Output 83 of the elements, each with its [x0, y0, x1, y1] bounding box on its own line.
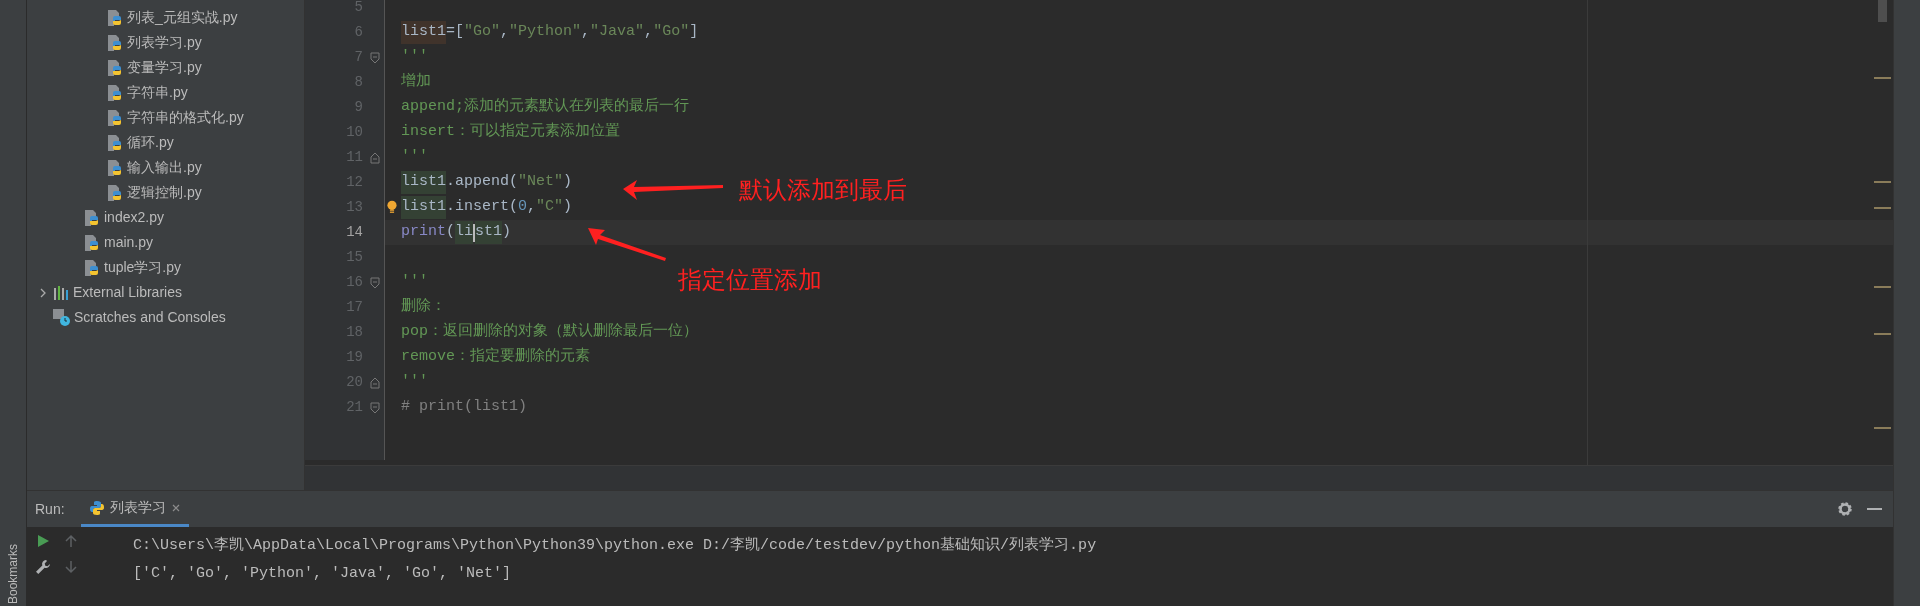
- code-token: =[: [446, 22, 465, 43]
- annotation-text: 指定位置添加: [678, 265, 822, 295]
- python-file-icon: [107, 58, 124, 77]
- python-file-icon: [107, 133, 124, 152]
- panel-title: Run:: [35, 499, 65, 519]
- python-file-icon: [84, 233, 101, 252]
- code-token: (: [446, 222, 456, 243]
- code-token: "Go": [464, 22, 501, 43]
- code-token: 0: [518, 197, 528, 218]
- file-name[interactable]: main.py: [104, 232, 154, 253]
- python-file-icon: [107, 183, 124, 202]
- code-token: li: [455, 221, 474, 244]
- code-token: ,: [500, 22, 510, 43]
- code-token: ''': [401, 372, 428, 393]
- file-name[interactable]: 列表学习.py: [127, 32, 202, 53]
- line-number: 14: [346, 223, 363, 242]
- python-file-icon: [107, 33, 124, 52]
- python-file-icon: [84, 208, 101, 227]
- code-token: append;添加的元素默认在列表的最后一行: [401, 96, 689, 118]
- file-name[interactable]: 变量学习.py: [127, 57, 202, 78]
- code-token: "Net": [518, 172, 564, 193]
- code-token: st1: [475, 221, 503, 244]
- file-name[interactable]: 字符串的格式化.py: [127, 107, 244, 128]
- wrench-icon[interactable]: [35, 559, 51, 575]
- tree-node-label[interactable]: External Libraries: [73, 282, 182, 303]
- code-token: ''': [401, 147, 428, 168]
- code-token: list1: [401, 171, 446, 194]
- code-token: # print(list1): [401, 397, 528, 418]
- file-name[interactable]: index2.py: [104, 207, 164, 228]
- file-name[interactable]: 输入输出.py: [127, 157, 202, 178]
- python-icon: [88, 499, 105, 516]
- code-token: .append(: [446, 172, 519, 193]
- fold-marker-icon[interactable]: [370, 151, 380, 164]
- code-token: list1: [401, 196, 446, 219]
- python-file-icon: [107, 83, 124, 102]
- code-token: .insert(: [446, 197, 519, 218]
- code-token: ): [563, 172, 573, 193]
- chevron-icon[interactable]: [39, 287, 47, 298]
- code-token: 删除：: [401, 297, 446, 318]
- code-token: ): [563, 197, 573, 218]
- python-file-icon: [107, 158, 124, 177]
- fold-marker-icon[interactable]: [370, 51, 380, 64]
- python-file-icon: [107, 108, 124, 127]
- code-token: list1: [401, 21, 446, 44]
- code-token: ,: [644, 22, 654, 43]
- code-token: remove：指定要删除的元素: [401, 346, 590, 368]
- code-token: ,: [527, 197, 537, 218]
- console-output-line: C:\Users\李凯\AppData\Local\Programs\Python\Python39\python.exe D:/李凯/code/testdev/python基础知识/列表学习.py: [133, 535, 1097, 556]
- code-token: "Go": [653, 22, 690, 43]
- code-token: ''': [401, 47, 428, 68]
- code-token: "C": [536, 197, 564, 218]
- fold-marker-icon[interactable]: [370, 376, 380, 389]
- file-name[interactable]: 字符串.py: [127, 82, 188, 103]
- close-icon[interactable]: [170, 502, 181, 513]
- code-token: ]: [689, 22, 699, 43]
- python-file-icon: [107, 8, 124, 27]
- fold-marker-icon[interactable]: [370, 401, 380, 414]
- file-name[interactable]: 逻辑控制.py: [127, 182, 202, 203]
- code-token: "Python": [509, 22, 582, 43]
- run-icon[interactable]: [36, 534, 50, 548]
- code-token: ,: [581, 22, 591, 43]
- code-token: "Java": [590, 22, 645, 43]
- file-name[interactable]: 列表_元组实战.py: [127, 7, 238, 28]
- file-name[interactable]: tuple学习.py: [104, 257, 182, 278]
- tree-node-label[interactable]: Scratches and Consoles: [74, 307, 226, 328]
- code-token: insert：可以指定元素添加位置: [401, 121, 620, 143]
- lightbulb-icon[interactable]: [387, 200, 397, 214]
- file-name[interactable]: 循环.py: [127, 132, 174, 153]
- annotation-text: 默认添加到最后: [739, 175, 907, 205]
- code-token: pop：返回删除的对象（默认删除最后一位）: [401, 321, 698, 343]
- code-token: ): [502, 222, 512, 243]
- fold-marker-icon[interactable]: [370, 276, 380, 289]
- code-token: 增加: [401, 71, 431, 93]
- minimize-icon[interactable]: [1867, 507, 1883, 511]
- settings-icon[interactable]: [1837, 501, 1853, 517]
- code-token: print: [401, 222, 446, 243]
- library-icon: [53, 284, 69, 301]
- python-file-icon: [84, 258, 101, 277]
- bookmarks-tab[interactable]: Bookmarks: [4, 543, 22, 604]
- scratches-icon: [53, 309, 70, 326]
- code-token: ''': [401, 272, 428, 293]
- console-output-line: ['C', 'Go', 'Python', 'Java', 'Go', 'Net']: [133, 563, 513, 584]
- scrollbar-thumb[interactable]: [1878, 0, 1887, 22]
